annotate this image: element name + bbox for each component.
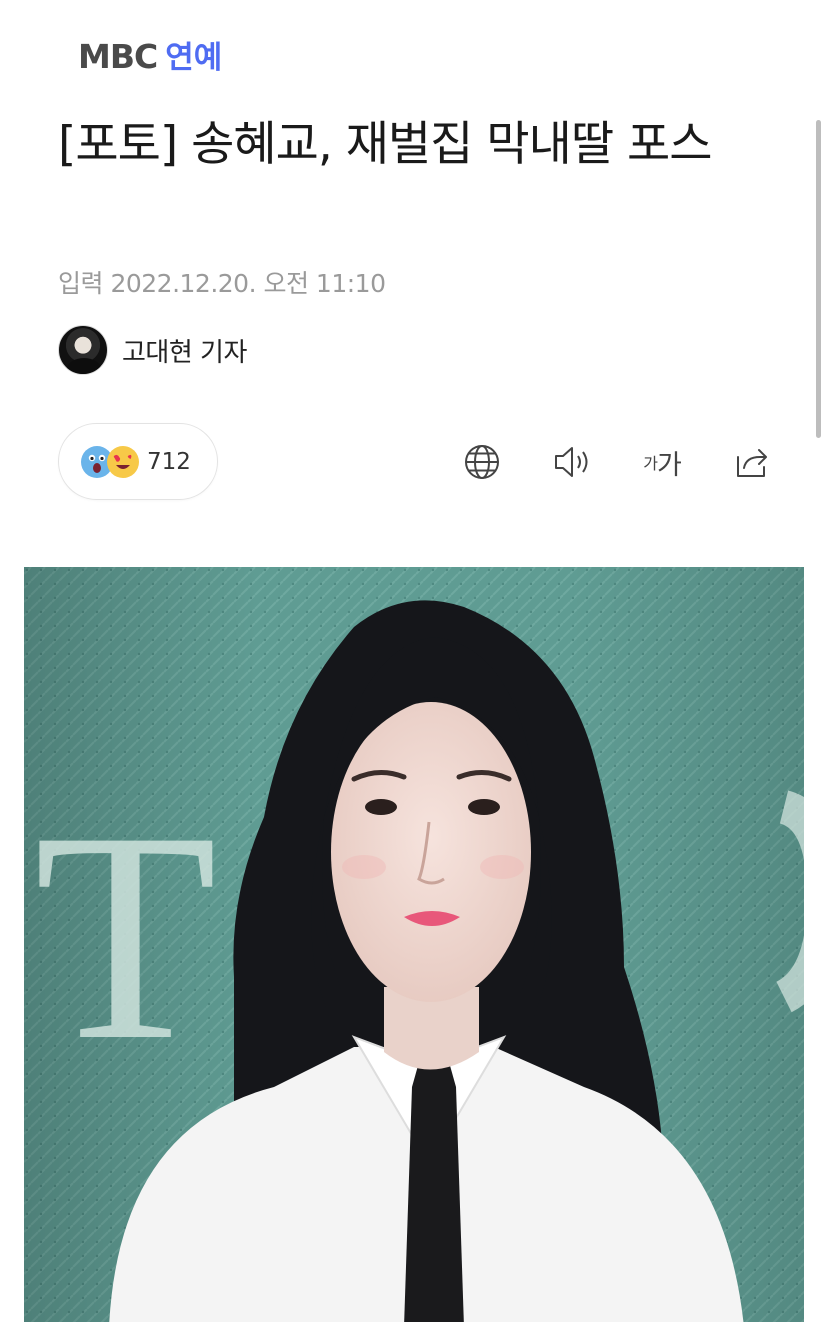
reaction-button[interactable]: 712 [58,423,218,500]
font-size-large-label: 가 [656,449,682,481]
face-shape [331,702,531,1002]
article-page: MBC 연예 [포토] 송혜교, 재벌집 막내딸 포스 입력 2022.12.2… [0,0,828,1322]
speaker-icon[interactable] [550,440,594,484]
reaction-count: 712 [147,448,191,475]
backdrop-letter: T [34,770,217,1102]
tie-shape [404,1062,464,1322]
scrollbar[interactable] [816,120,821,438]
author-avatar[interactable] [58,325,108,375]
photo-illustration: T [24,567,804,1322]
site-logo[interactable]: MBC 연예 [78,40,222,74]
font-size-button[interactable]: 가가 [640,440,684,484]
article-toolbar: 가가 [460,440,774,484]
heart-eyes-emoji-icon [107,445,139,478]
logo-brand: MBC [78,37,158,76]
logo-section: 연예 [165,40,223,76]
article-photo: T [24,567,804,1322]
author-name[interactable]: 고대현 기자 [122,332,247,369]
font-size-small-label: 가 [643,454,658,473]
share-icon[interactable] [730,440,774,484]
published-date: 입력 2022.12.20. 오전 11:10 [58,269,386,298]
author-byline[interactable]: 고대현 기자 [58,324,247,376]
article-title: [포토] 송혜교, 재벌집 막내딸 포스 [58,117,713,172]
globe-icon[interactable] [460,440,504,484]
